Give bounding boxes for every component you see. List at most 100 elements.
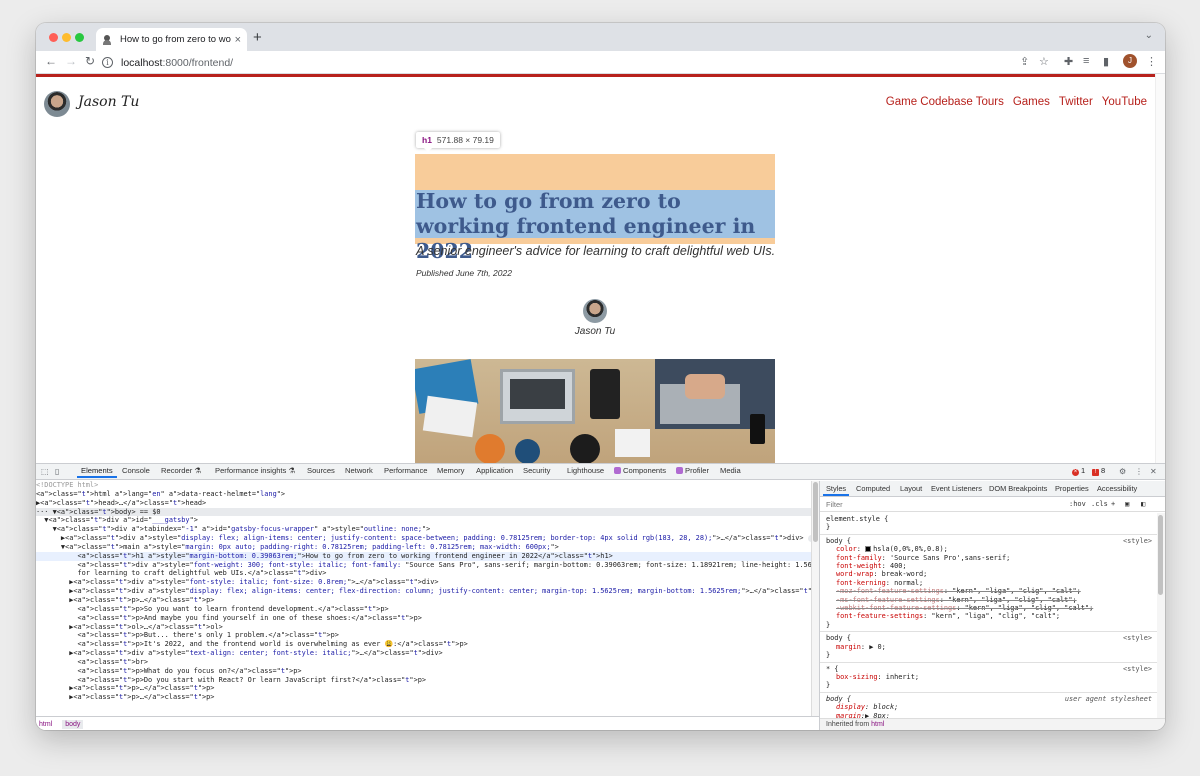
reading-list-icon[interactable]: ≡	[1083, 55, 1089, 67]
devtools-settings-gear-icon[interactable]: ⚙	[1119, 467, 1126, 476]
rule-source[interactable]: <style>	[1123, 665, 1152, 673]
tab-event-listeners[interactable]: Event Listeners	[931, 484, 982, 493]
css-declaration[interactable]: box-sizing: inherit;	[826, 673, 1152, 681]
browser-menu-icon[interactable]: ⋮	[1146, 55, 1157, 68]
dom-node-line[interactable]: <a">class="t">p>But... there's only 1 pr…	[36, 631, 811, 640]
forward-arrow-icon[interactable]: →	[65, 54, 77, 68]
sidebar-toggle-icon[interactable]: ◧	[1141, 500, 1145, 508]
back-arrow-icon[interactable]: ←	[45, 54, 57, 68]
css-declaration[interactable]: font-kerning: normal;	[826, 579, 1152, 587]
tab-sources[interactable]: Sources	[307, 466, 335, 475]
css-declaration[interactable]: font-weight: 400;	[826, 562, 1152, 570]
error-count-badge[interactable]: × 1	[1072, 466, 1085, 476]
css-declaration[interactable]: -webkit-font-feature-settings: "kern", "…	[826, 604, 1152, 612]
dom-node-line[interactable]: ··· ▼<a">class="t">body> == $0	[36, 507, 811, 517]
dom-node-line[interactable]: <a">class="t">p>So you want to learn fro…	[36, 605, 811, 614]
styles-filter-input[interactable]: Filter	[826, 500, 843, 509]
dom-node-line[interactable]: <a">class="t">p>What do you focus on?</a…	[36, 667, 811, 676]
issue-count-badge[interactable]: ! 8	[1092, 466, 1105, 476]
site-name[interactable]: Jason Tu	[78, 94, 139, 110]
zoom-window-button[interactable]	[75, 33, 84, 42]
dom-node-line[interactable]: ▼<a">class="t">main a">style="margin: 0p…	[36, 543, 811, 552]
dom-node-line[interactable]: <a">class="t">p>Do you start with React?…	[36, 676, 811, 685]
rule-source[interactable]: <style>	[1123, 634, 1152, 642]
css-declaration[interactable]: word-wrap: break-word;	[826, 570, 1152, 578]
minimize-window-button[interactable]	[62, 33, 71, 42]
class-toggle[interactable]: .cls	[1091, 500, 1108, 508]
tab-computed[interactable]: Computed	[856, 484, 890, 493]
dom-node-line[interactable]: ▶<a">class="t">div a">style="text-align:…	[36, 649, 811, 658]
dom-node-line[interactable]: ▼<a">class="t">div a">id="___gatsby">	[36, 516, 811, 525]
share-icon[interactable]: ⇪	[1020, 55, 1029, 68]
css-declaration[interactable]: -ms-font-feature-settings: "kern", "liga…	[826, 596, 1152, 604]
dom-node-line[interactable]: ▼<a">class="t">div a">tabindex="-1" a">i…	[36, 525, 811, 534]
devtools-close-icon[interactable]: ✕	[1150, 467, 1157, 476]
browser-tab-active[interactable]: How to go from zero to working ×	[96, 28, 247, 51]
css-declaration[interactable]: display: block;	[826, 703, 1152, 711]
tab-accessibility[interactable]: Accessibility	[1097, 484, 1137, 493]
tab-profiler[interactable]: Profiler	[676, 466, 709, 475]
extensions-puzzle-icon[interactable]: ✚	[1064, 55, 1073, 68]
dom-node-line[interactable]: <a">class="t">br>	[36, 658, 811, 667]
page-scrollbar[interactable]	[1155, 74, 1165, 463]
new-rule-icon[interactable]: +	[1111, 500, 1115, 508]
tab-close-icon[interactable]: ×	[235, 34, 241, 46]
nav-link-games[interactable]: Games	[1013, 96, 1050, 108]
dom-node-line[interactable]: <!DOCTYPE html>	[36, 481, 811, 490]
styles-scrollbar[interactable]	[1157, 513, 1165, 718]
side-panel-icon[interactable]: ▮	[1103, 55, 1109, 68]
tab-memory[interactable]: Memory	[437, 466, 464, 475]
tab-search-chevron-icon[interactable]: ⌄	[1145, 30, 1153, 41]
tab-security[interactable]: Security	[523, 466, 550, 475]
dom-node-line[interactable]: <a">class="t">div a">style="font-weight:…	[36, 561, 811, 570]
dom-node-line[interactable]: <a">class="t">p>And maybe you find yours…	[36, 614, 811, 623]
nav-link-twitter[interactable]: Twitter	[1059, 96, 1093, 108]
tab-elements[interactable]: Elements	[77, 466, 117, 478]
css-declaration[interactable]: font-feature-settings: "kern", "liga", "…	[826, 612, 1152, 620]
inherited-tag[interactable]: html	[871, 721, 884, 728]
css-declaration[interactable]: -moz-font-feature-settings: "kern", "lig…	[826, 587, 1152, 595]
body-style-rule[interactable]: body { <style> color: hsla(0,0%,0%,0.8);…	[820, 535, 1158, 633]
address-bar[interactable]: i localhost:8000/frontend/	[102, 53, 1032, 72]
computed-styles-icon[interactable]: ▣	[1125, 500, 1129, 508]
dom-node-line[interactable]: <a">class="t">html a">lang="en" a">data-…	[36, 490, 811, 499]
site-info-icon[interactable]: i	[102, 57, 113, 68]
tab-performance[interactable]: Performance	[384, 466, 427, 475]
devtools-more-icon[interactable]: ⋮	[1135, 467, 1143, 476]
dom-node-line[interactable]: <a">class="t">h1 a">style="margin-bottom…	[36, 551, 811, 561]
dom-node-line[interactable]: ▶<a">class="t">div a">style="display: fl…	[36, 587, 811, 596]
reload-icon[interactable]: ↻	[85, 54, 95, 68]
device-toolbar-icon[interactable]: ▯	[55, 467, 59, 476]
tab-recorder[interactable]: Recorder ⚗	[161, 466, 201, 475]
inspect-element-icon[interactable]: ⬚	[41, 467, 49, 476]
breadcrumb-html[interactable]: html	[39, 721, 52, 728]
css-declaration[interactable]: font-family: 'Source Sans Pro',sans-seri…	[826, 554, 1152, 562]
tab-styles[interactable]: Styles	[822, 484, 850, 496]
dom-node-line[interactable]: ▶<a">class="t">div a">style="font-style:…	[36, 578, 811, 587]
body-margin-rule[interactable]: body { <style> margin: ▶ 0; }	[820, 632, 1158, 663]
tab-dom-breakpoints[interactable]: DOM Breakpoints	[989, 484, 1047, 493]
tab-media[interactable]: Media	[720, 466, 741, 475]
bookmark-star-icon[interactable]: ☆	[1039, 55, 1049, 68]
close-window-button[interactable]	[49, 33, 58, 42]
dom-node-line[interactable]: for learning to craft delightful web UIs…	[36, 569, 811, 578]
new-tab-button[interactable]: +	[253, 29, 262, 46]
tab-lighthouse[interactable]: Lighthouse	[567, 466, 604, 475]
site-avatar[interactable]	[44, 91, 70, 117]
dom-node-line[interactable]: ▶<a">class="t">ol>…</a">class="t">ol>	[36, 623, 811, 632]
profile-avatar[interactable]: J	[1123, 54, 1137, 68]
tab-layout[interactable]: Layout	[900, 484, 922, 493]
tab-components[interactable]: Components	[614, 466, 666, 475]
nav-link-youtube[interactable]: YouTube	[1102, 96, 1147, 108]
css-declaration[interactable]: color: hsla(0,0%,0%,0.8);	[826, 545, 1152, 553]
hover-state-toggle[interactable]: :hov	[1069, 500, 1086, 508]
tab-application[interactable]: Application	[476, 466, 513, 475]
url-text[interactable]: localhost:8000/frontend/	[121, 57, 233, 69]
dom-node-line[interactable]: ▶<a">class="t">p>…</a">class="t">p>	[36, 684, 811, 693]
dom-node-line[interactable]: <a">class="t">p>It's 2022, and the front…	[36, 640, 811, 649]
element-style-rule[interactable]: element.style { }	[820, 513, 1158, 535]
tab-properties[interactable]: Properties	[1055, 484, 1089, 493]
universal-rule[interactable]: * { <style> box-sizing: inherit; }	[820, 663, 1158, 693]
nav-link-game-codebase-tours[interactable]: Game Codebase Tours	[886, 96, 1004, 108]
tab-console[interactable]: Console	[122, 466, 150, 475]
